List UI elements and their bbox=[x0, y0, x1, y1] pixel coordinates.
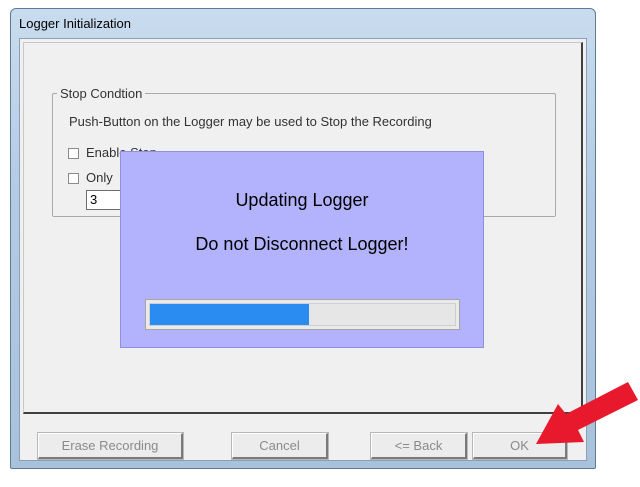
progress-fill bbox=[150, 304, 309, 325]
stop-condition-description: Push-Button on the Logger may be used to… bbox=[69, 114, 432, 129]
update-progress-bar bbox=[145, 299, 460, 330]
progress-track bbox=[149, 303, 456, 326]
back-button[interactable]: <= Back bbox=[370, 432, 468, 460]
stop-condition-legend: Stop Condtion bbox=[60, 86, 143, 101]
window-title: Logger Initialization bbox=[19, 16, 132, 31]
updating-logger-message: Updating Logger bbox=[235, 190, 369, 210]
only-label: Only bbox=[86, 170, 113, 185]
cancel-button[interactable]: Cancel bbox=[231, 432, 329, 460]
enable-stop-checkbox[interactable] bbox=[68, 148, 79, 159]
red-arrow-icon bbox=[536, 382, 638, 444]
updating-logger-popup: Updating Logger Do not Disconnect Logger… bbox=[120, 151, 484, 348]
do-not-disconnect-warning: Do not Disconnect Logger! bbox=[195, 234, 409, 254]
erase-recording-button[interactable]: Erase Recording bbox=[37, 432, 184, 460]
only-checkbox[interactable] bbox=[68, 173, 79, 184]
